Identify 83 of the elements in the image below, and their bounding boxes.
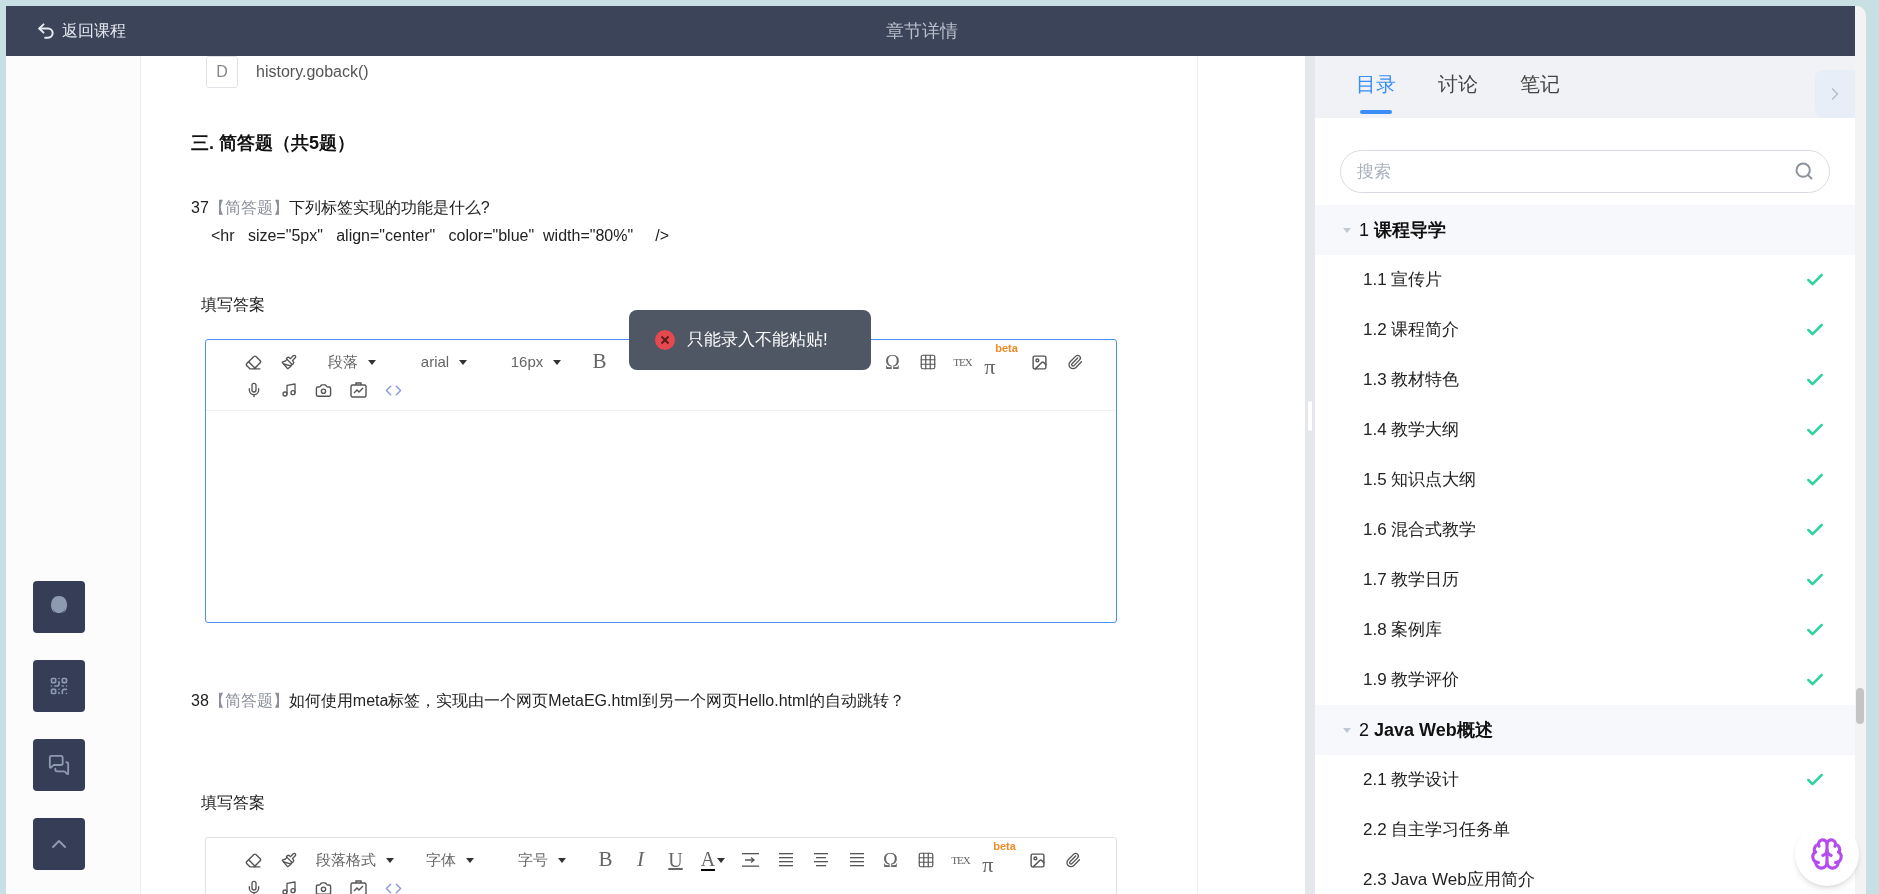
option-text: history.goback() [256, 62, 369, 82]
bold-button[interactable]: B [582, 348, 617, 376]
table-icon [916, 851, 935, 869]
align-center-icon [812, 853, 829, 867]
image-icon [1029, 851, 1046, 869]
chat-button[interactable] [33, 739, 85, 791]
briefcase-icon [350, 880, 367, 894]
align-left-icon [777, 853, 794, 867]
special-character-button[interactable]: Ω [873, 846, 908, 874]
lesson-item[interactable]: 1.4 教学大纲 [1315, 405, 1855, 455]
support-button[interactable] [33, 581, 85, 633]
chapter-row[interactable]: 1 课程导学 [1315, 205, 1855, 255]
question-text: 37【简答题】下列标签实现的功能是什么? [191, 198, 491, 218]
question-text: 38【简答题】如何使用meta标签，实现由一个网页MetaEG.html到另一个网页Hello.html的自动跳转？ [191, 691, 906, 711]
option-letter: D [206, 56, 238, 88]
caret-icon [553, 359, 562, 365]
image-icon [1031, 353, 1048, 371]
camera-icon [315, 381, 332, 399]
caret-icon [466, 857, 474, 863]
chapter-title: 1 课程导学 [1359, 218, 1447, 242]
lesson-item[interactable]: 1.6 混合式教学 [1315, 505, 1855, 555]
caret-icon [1343, 727, 1351, 733]
brush-icon [280, 852, 297, 868]
toast-text: 只能录入不能粘贴! [687, 329, 828, 352]
question-code: <hr size="5px" align="center" color="blue" width="80%" /> [210, 226, 671, 246]
special-character-button[interactable]: Ω [875, 348, 910, 376]
music-note-icon [280, 382, 297, 398]
brain-icon [1810, 837, 1844, 871]
align-right-icon [847, 853, 864, 867]
caret-icon [386, 857, 394, 863]
chat-icon [48, 754, 70, 776]
caret-icon [459, 359, 468, 365]
tex-button[interactable]: TEX [943, 846, 978, 874]
chapter-row[interactable]: 2 Java Web概述 [1315, 705, 1855, 755]
paperclip-icon [1066, 354, 1083, 370]
page-title: 章节详情 [886, 19, 958, 43]
paperclip-icon [1064, 852, 1081, 868]
back-arrow-icon [36, 21, 56, 41]
lesson-item[interactable]: 1.3 教材特色 [1315, 355, 1855, 405]
lesson-item[interactable]: 1.9 教学评价 [1315, 655, 1855, 705]
briefcase-icon [350, 382, 367, 398]
answer-label: 填写答案 [200, 793, 266, 813]
caret-icon [1343, 227, 1351, 233]
lesson-item[interactable]: 1.2 课程简介 [1315, 305, 1855, 355]
table-icon [918, 353, 937, 371]
lesson-item[interactable]: 2.1 教学设计 [1315, 755, 1855, 805]
dropdown[interactable]: 16px [490, 348, 582, 376]
tex-button[interactable]: TEX [945, 348, 980, 376]
music-note-icon [280, 880, 297, 894]
qr-code-icon [49, 676, 69, 696]
lesson-item[interactable]: 1.8 案例库 [1315, 605, 1855, 655]
eraser-icon [245, 851, 262, 869]
search-icon [1794, 161, 1814, 181]
back-button[interactable]: 返回课程 [36, 19, 126, 43]
lesson-item[interactable]: 1.5 知识点大纲 [1315, 455, 1855, 505]
section-title: 三. 简答题（共5题） [191, 132, 356, 155]
camera-icon [315, 879, 332, 894]
scrollbar[interactable] [1855, 6, 1866, 894]
dropdown[interactable]: 字体 [404, 846, 496, 874]
caret-icon [558, 857, 566, 863]
panel-tab[interactable]: 讨论 [1438, 66, 1478, 118]
dropdown[interactable]: 段落 [306, 348, 398, 376]
eraser-icon [245, 353, 262, 371]
dropdown[interactable]: 字号 [496, 846, 588, 874]
error-icon [655, 330, 675, 350]
brush-icon [280, 354, 297, 370]
dropdown[interactable]: 段落格式 [306, 846, 404, 874]
lesson-item[interactable]: 2.3 Java Web应用简介 [1315, 855, 1545, 894]
underline-button[interactable]: U [658, 846, 693, 874]
panel-tab[interactable]: 笔记 [1520, 66, 1560, 118]
search-field[interactable]: 搜索 [1340, 150, 1830, 193]
lesson-item[interactable]: 1.1 宣传片 [1315, 255, 1855, 305]
italic-button[interactable]: I [623, 846, 658, 874]
caret-icon [368, 359, 376, 365]
lesson-item[interactable]: 2.2 自主学习任务单 [1315, 805, 1521, 855]
indent-icon [742, 853, 759, 867]
chapter-title: 2 Java Web概述 [1359, 718, 1493, 742]
caret-icon [717, 857, 726, 863]
qr-code-button[interactable] [33, 660, 85, 712]
bold-button[interactable]: B [588, 846, 623, 874]
font-color-button[interactable]: A [693, 846, 733, 874]
lesson-item[interactable]: 1.7 教学日历 [1315, 555, 1855, 605]
dropdown[interactable]: arial [398, 348, 490, 376]
